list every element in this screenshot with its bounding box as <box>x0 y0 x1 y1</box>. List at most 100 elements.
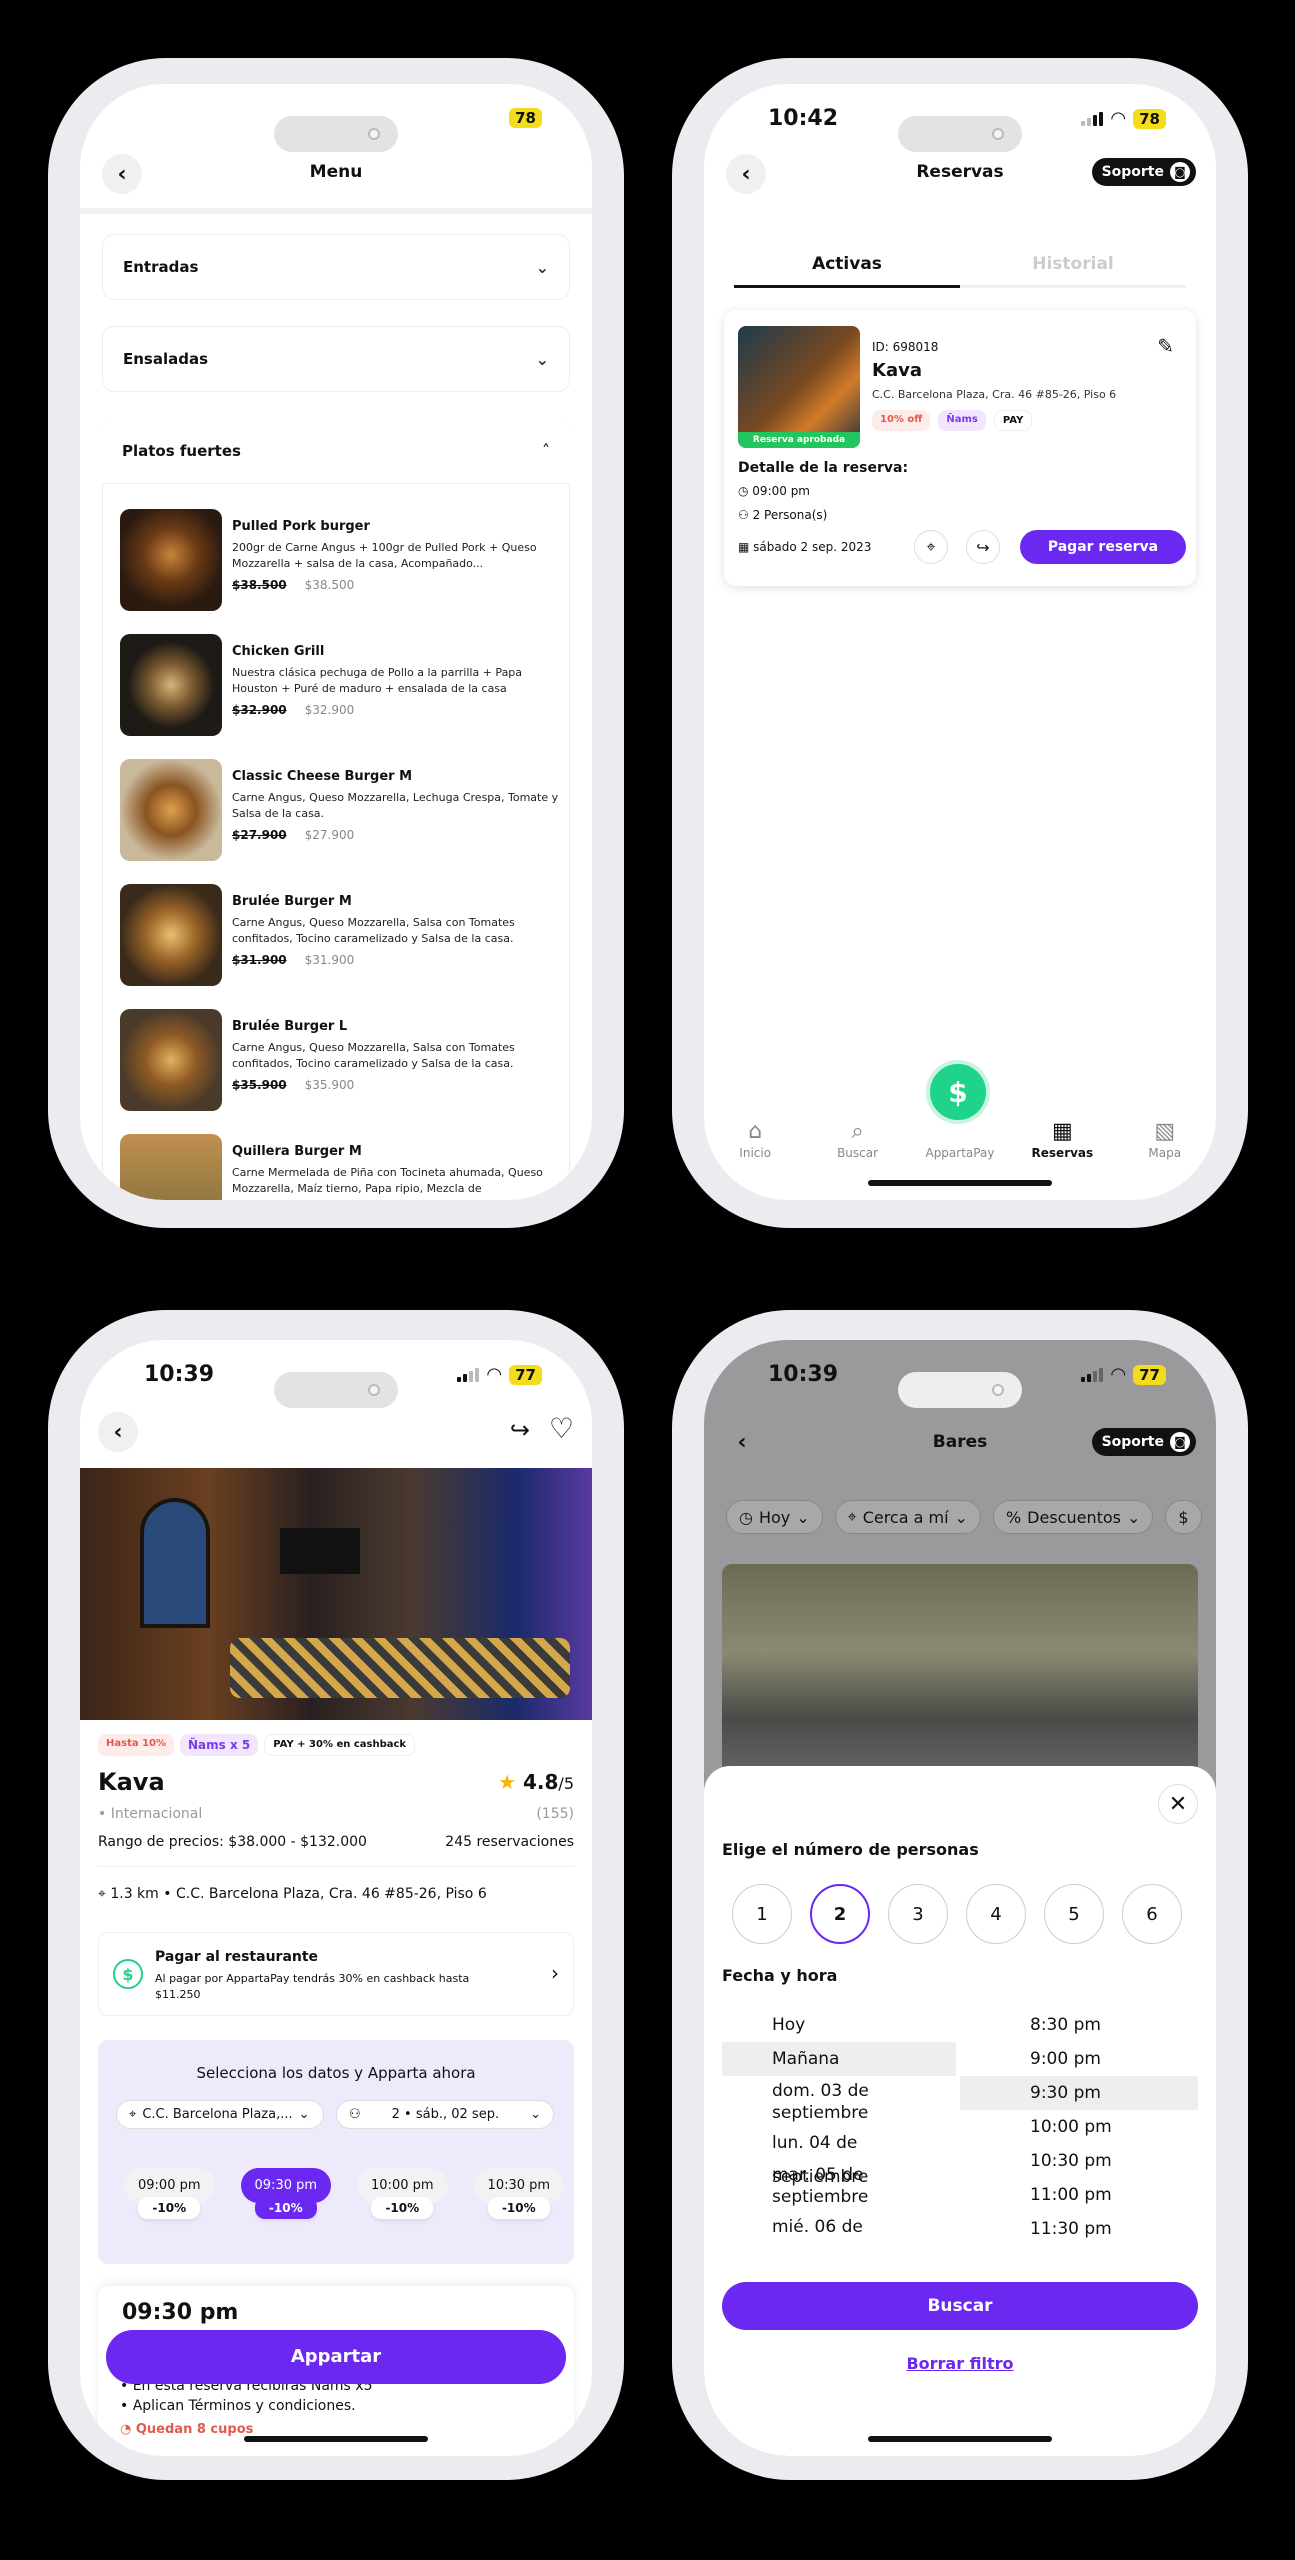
chip-hoy[interactable]: ◷ Hoy ⌄ <box>726 1500 823 1534</box>
pay-title: Pagar al restaurante <box>155 1949 319 1965</box>
list-item[interactable]: Quillera Burger M Carne Mermelada de Piña… <box>120 1134 562 1200</box>
support-button[interactable]: Soporte ◙ <box>1091 158 1196 186</box>
date-option[interactable]: lun. 04 de septiembre <box>722 2126 956 2187</box>
list-item[interactable]: Brulée Burger L Carne Angus, Queso Mozzar… <box>120 1009 562 1113</box>
dish-name: Quillera Burger M <box>232 1144 362 1159</box>
nams-badge: Ñams <box>938 410 986 431</box>
detail-label: Detalle de la reserva: <box>738 460 909 476</box>
dish-image <box>120 1134 222 1200</box>
chevron-up-icon: ˄ <box>542 441 550 460</box>
time-option-selected[interactable]: 9:30 pm <box>960 2076 1198 2110</box>
nav-reservas[interactable]: ▦ Reservas <box>1022 1119 1102 1160</box>
heart-icon[interactable]: ♡ <box>549 1412 574 1445</box>
reservation-card[interactable]: Reserva aprobada ID: 698018 Kava C.C. Ba… <box>724 310 1196 586</box>
dish-image <box>120 884 222 986</box>
chip-label: Descuentos <box>1027 1507 1121 1527</box>
section-entradas[interactable]: Entradas ⌄ <box>102 234 570 300</box>
pay-restaurant-row[interactable]: $ Pagar al restaurante Al pagar por Appa… <box>98 1932 574 2016</box>
rating-max: /5 <box>558 1774 574 1793</box>
clock-icon: ◷ <box>739 1507 753 1527</box>
date-option-selected[interactable]: Mañana <box>722 2042 956 2076</box>
chip-cerca[interactable]: ⌖ Cerca a mí ⌄ <box>834 1500 981 1534</box>
location-icon[interactable]: ⌖ <box>914 530 948 564</box>
people-option[interactable]: 1 <box>732 1884 792 1944</box>
list-item[interactable]: Chicken Grill Nuestra clásica pechuga de … <box>120 634 562 738</box>
detail-screen: 10:39 ◠ 77 ‹ ↪ ♡ Hasta 10% Ñams x 5 PAY … <box>80 1340 592 2456</box>
date-select[interactable]: ⚇ 2 • sáb., 02 sep. ⌄ <box>336 2100 554 2129</box>
date-option[interactable]: mié. 06 de <box>722 2210 956 2244</box>
star-icon: ★ <box>498 1770 517 1794</box>
people-option[interactable]: 5 <box>1044 1884 1104 1944</box>
time-option[interactable]: 9:00 pm <box>960 2042 1198 2076</box>
dynamic-island <box>898 116 1022 152</box>
restaurant-image: Reserva aprobada <box>738 326 860 448</box>
people-option[interactable]: 6 <box>1122 1884 1182 1944</box>
dynamic-island <box>274 1372 398 1408</box>
section-platos-fuertes-header[interactable]: Platos fuertes ˄ <box>102 418 570 484</box>
time-picker[interactable]: 8:30 pm 9:00 pm 9:30 pm 10:00 pm 10:30 p… <box>960 2008 1198 2248</box>
price: $31.900 <box>304 953 355 967</box>
nams-badge: Ñams x 5 <box>180 1734 259 1756</box>
time-slot-selected[interactable]: 09:30 pm -10% <box>240 2168 332 2219</box>
nav-buscar[interactable]: ⌕ Buscar <box>818 1119 898 1160</box>
time-option[interactable]: 8:30 pm <box>960 2008 1198 2042</box>
date-option[interactable]: mar. 05 de septiembre <box>722 2160 956 2210</box>
dish-desc: Carne Mermelada de Piña con Tocineta ahu… <box>232 1166 543 1195</box>
reservation-id: ID: 698018 <box>872 340 939 354</box>
close-icon[interactable]: ✕ <box>1158 1784 1198 1824</box>
tab-historial[interactable]: Historial <box>960 244 1186 285</box>
back-button[interactable]: ‹ <box>98 1412 138 1452</box>
people-option[interactable]: 3 <box>888 1884 948 1944</box>
terms-line: • Aplican Términos y condiciones. <box>120 2398 356 2414</box>
time-slot[interactable]: 10:00 pm -10% <box>357 2168 448 2219</box>
people-option-selected[interactable]: 2 <box>810 1884 870 1944</box>
pay-reservation-button[interactable]: Pagar reserva <box>1020 530 1186 564</box>
support-button[interactable]: Soporte ◙ <box>1091 1428 1196 1456</box>
time-option[interactable]: 11:00 pm <box>960 2178 1198 2212</box>
share-icon[interactable]: ↪ <box>966 530 1000 564</box>
chip-more[interactable]: $ <box>1165 1500 1202 1534</box>
tab-activas[interactable]: Activas <box>734 244 960 288</box>
appartar-button[interactable]: Appartar <box>106 2330 566 2384</box>
date-option[interactable]: Hoy <box>722 2008 956 2042</box>
price: $27.900 <box>304 828 355 842</box>
location-icon: ⌖ <box>129 2107 137 2122</box>
status-time: 10:39 <box>768 1362 839 1387</box>
people-icon: ⚇ <box>738 508 753 522</box>
section-ensaladas[interactable]: Ensaladas ⌄ <box>102 326 570 392</box>
date-picker[interactable]: Hoy Mañana dom. 03 de septiembre lun. 04… <box>722 2008 956 2248</box>
nav-mapa[interactable]: ▧ Mapa <box>1125 1119 1205 1160</box>
signal-icon <box>457 1367 480 1382</box>
reviews-count: (155) <box>536 1806 574 1822</box>
list-item[interactable]: Pulled Pork burger 200gr de Carne Angus +… <box>120 509 562 613</box>
search-button[interactable]: Buscar <box>722 2282 1198 2330</box>
headset-icon: ◙ <box>1170 162 1190 182</box>
share-icon[interactable]: ↪ <box>510 1416 530 1444</box>
reservation-hour: 09:00 pm <box>752 484 810 498</box>
list-item[interactable]: Brulée Burger M Carne Angus, Queso Mozzar… <box>120 884 562 988</box>
time-option[interactable]: 10:30 pm <box>960 2144 1198 2178</box>
branch-select[interactable]: ⌖ C.C. Barcelona Plaza,... ⌄ <box>116 2100 324 2129</box>
dish-name: Brulée Burger L <box>232 1019 348 1034</box>
nav-inicio[interactable]: ⌂ Inicio <box>715 1119 795 1160</box>
status-icons: 78 <box>509 108 542 128</box>
filter-sheet: ✕ Elige el número de personas 1 2 3 4 5 … <box>704 1766 1216 2456</box>
support-label: Soporte <box>1101 1434 1164 1450</box>
date-option[interactable]: dom. 03 de septiembre <box>722 2076 956 2126</box>
clear-filter-link[interactable]: Borrar filtro <box>704 2354 1216 2373</box>
dynamic-island <box>898 1372 1022 1408</box>
time-slot[interactable]: 10:30 pm -10% <box>473 2168 565 2219</box>
old-price: $27.900 <box>232 828 287 842</box>
nav-appartapay[interactable]: AppartaPay <box>920 1146 1000 1160</box>
chip-descuentos[interactable]: % Descuentos ⌄ <box>992 1500 1154 1534</box>
time-slot[interactable]: 09:00 pm -10% <box>124 2168 215 2219</box>
nav-label: Buscar <box>837 1146 879 1160</box>
people-option[interactable]: 4 <box>966 1884 1026 1944</box>
edit-icon[interactable]: ✎ <box>1157 334 1174 358</box>
slot-discount: -10% <box>371 2197 434 2219</box>
list-item[interactable]: Classic Cheese Burger M Carne Angus, Ques… <box>120 759 562 863</box>
time-option[interactable]: 10:00 pm <box>960 2110 1198 2144</box>
old-price: $35.900 <box>232 1078 287 1092</box>
time-option[interactable]: 11:30 pm <box>960 2212 1198 2246</box>
restaurant-name: Kava <box>98 1768 165 1796</box>
